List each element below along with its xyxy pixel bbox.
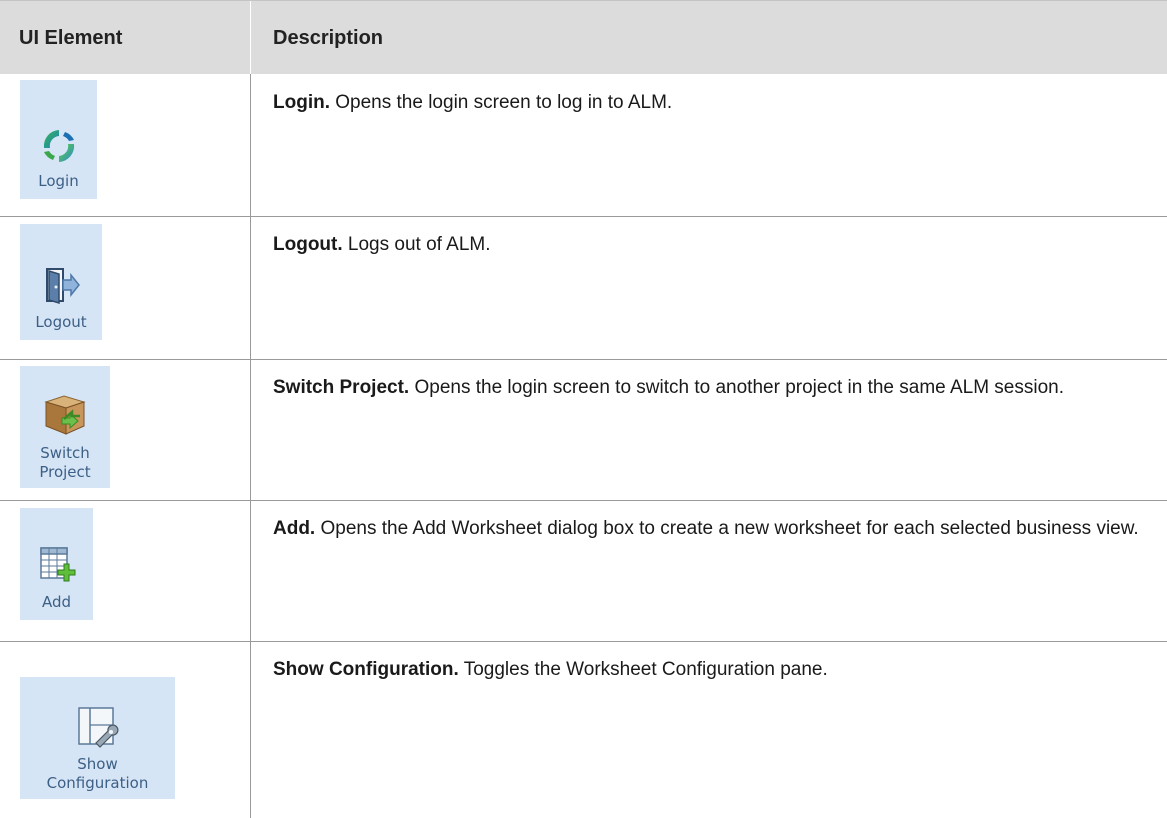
switch-project-description: Switch Project. Opens the login screen t…: [273, 373, 1153, 403]
show-configuration-button[interactable]: Show Configuration: [20, 677, 175, 799]
add-caption: Add: [41, 593, 72, 611]
switch-project-button[interactable]: Switch Project: [20, 366, 110, 488]
table-row-add: Add Add. Opens the Add Worksheet dialog …: [0, 501, 1167, 641]
switch-project-text: Opens the login screen to switch to anot…: [414, 377, 1065, 398]
add-description: Add. Opens the Add Worksheet dialog box …: [273, 514, 1153, 544]
ui-elements-table: UI Element Description Login Login. Open…: [0, 0, 1167, 818]
login-description: Login. Opens the login screen to log in …: [273, 88, 1153, 118]
logout-description: Logout. Logs out of ALM.: [273, 230, 1153, 260]
logout-icon: [46, 268, 80, 305]
login-icon: [43, 130, 74, 162]
show-configuration-caption-line2: Configuration: [46, 774, 149, 792]
logout-button[interactable]: Logout: [20, 224, 102, 340]
switch-project-term: Switch Project.: [273, 377, 410, 398]
table-row-logout: Logout Logout. Logs out of ALM.: [0, 217, 1167, 359]
show-configuration-text: Toggles the Worksheet Configuration pane…: [463, 659, 828, 680]
add-term: Add.: [273, 518, 316, 539]
show-configuration-term: Show Configuration.: [273, 659, 459, 680]
show-configuration-description: Show Configuration. Toggles the Workshee…: [273, 655, 1153, 685]
table-row-show-configuration: Show Configuration Show Configuration. T…: [0, 642, 1167, 818]
show-configuration-caption-line1: Show: [77, 755, 118, 773]
switch-project-caption: Switch Project: [39, 444, 90, 482]
table-row-switch-project: Switch Project Switch Project. Opens the…: [0, 360, 1167, 500]
show-configuration-icon: [77, 707, 119, 748]
table-row-login: Login Login. Opens the login screen to l…: [0, 74, 1167, 216]
logout-term: Logout.: [273, 234, 343, 255]
logout-text: Logs out of ALM.: [347, 234, 491, 255]
login-term: Login.: [273, 92, 330, 113]
switch-project-caption-line2: Project: [39, 463, 91, 481]
login-text: Opens the login screen to log in to ALM.: [335, 92, 673, 113]
add-worksheet-icon: [39, 547, 75, 582]
add-worksheet-button[interactable]: Add: [20, 508, 93, 620]
add-text: Opens the Add Worksheet dialog box to cr…: [320, 518, 1139, 539]
switch-project-icon: [44, 395, 86, 435]
header-ui-element: UI Element: [19, 26, 123, 49]
header-divider: [250, 1, 251, 75]
switch-project-caption-line1: Switch: [40, 444, 90, 462]
table-header-row: UI Element Description: [0, 0, 1167, 75]
login-caption: Login: [38, 172, 79, 190]
logout-caption: Logout: [35, 313, 87, 331]
login-button[interactable]: Login: [20, 80, 97, 199]
header-description: Description: [273, 26, 384, 49]
show-configuration-caption: Show Configuration: [47, 755, 149, 793]
